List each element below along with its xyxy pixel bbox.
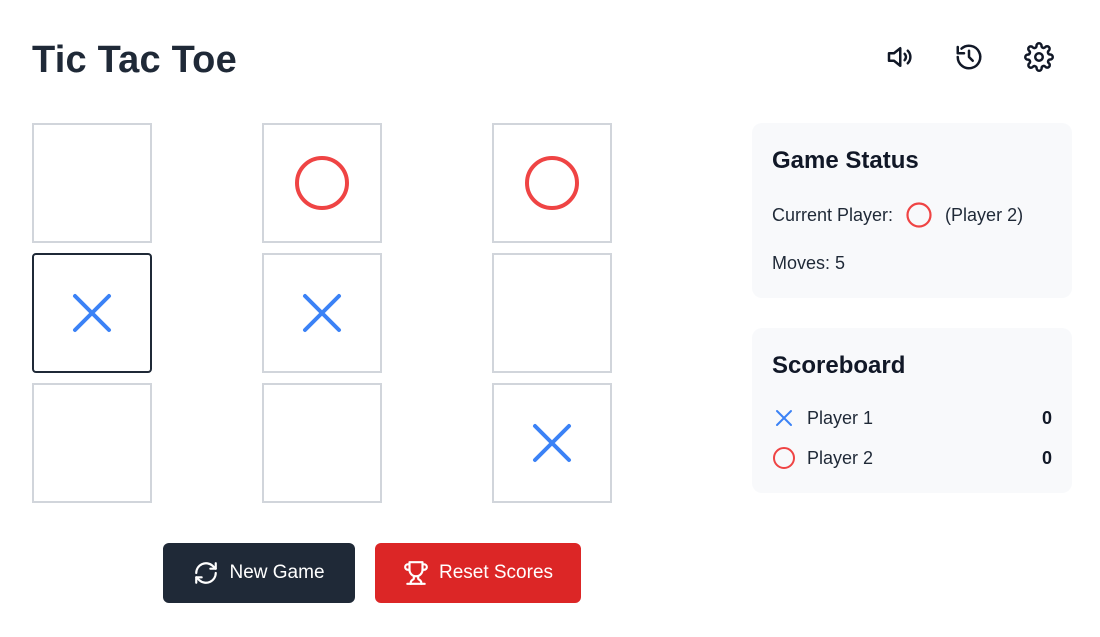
board-cell-3-3[interactable] (492, 383, 612, 503)
player-name: Player 1 (807, 407, 874, 428)
speaker-icon (887, 47, 912, 67)
history-button[interactable] (950, 38, 988, 76)
sound-toggle-button[interactable] (880, 38, 918, 76)
o-mark-icon (525, 156, 579, 210)
header-toolbar (880, 38, 1058, 76)
page-title: Tic Tac Toe (32, 39, 237, 81)
player-score: 0 (1041, 407, 1052, 428)
o-mark-icon (295, 156, 349, 210)
scoreboard-title: Scoreboard (772, 352, 906, 379)
board-cell-3-2[interactable] (262, 383, 382, 503)
board-cell-2-1[interactable] (32, 253, 152, 373)
score-row-player-1: Player 1 0 (772, 406, 1052, 430)
board-cell-1-1[interactable] (32, 123, 152, 243)
score-row-player-2: Player 2 0 (772, 446, 1052, 470)
board-cell-1-3[interactable] (492, 123, 612, 243)
trophy-icon (404, 561, 428, 585)
current-player-label: Current Player: (772, 204, 894, 225)
board-cell-2-3[interactable] (492, 253, 612, 373)
new-game-button[interactable]: New Game (163, 543, 355, 603)
current-player-row: Current Player: (Player 2) (772, 201, 1023, 229)
o-mark-icon (906, 202, 932, 228)
new-game-label: New Game (229, 562, 325, 583)
player-name: Player 2 (807, 447, 874, 468)
x-mark-icon (776, 410, 792, 426)
board-cell-2-2[interactable] (262, 253, 382, 373)
moves-count: Moves: 5 (772, 253, 846, 273)
scoreboard-panel: Scoreboard Player 1 0 Player 2 0 (752, 328, 1072, 493)
reset-scores-button[interactable]: Reset Scores (375, 543, 581, 603)
refresh-icon (195, 562, 218, 584)
x-mark-icon (303, 294, 341, 332)
game-board (32, 123, 612, 503)
x-mark-icon (533, 424, 571, 462)
game-status-title: Game Status (772, 147, 919, 174)
current-player-name: (Player 2) (945, 204, 1024, 225)
game-status-panel: Game Status Current Player: (Player 2) M… (752, 123, 1072, 298)
reset-scores-label: Reset Scores (438, 562, 554, 583)
moves-row: Moves: 5 (772, 253, 845, 274)
board-cell-3-1[interactable] (32, 383, 152, 503)
settings-button[interactable] (1020, 38, 1058, 76)
player-score: 0 (1041, 447, 1052, 468)
history-icon (956, 44, 982, 70)
gear-icon (1024, 42, 1054, 72)
board-cell-1-2[interactable] (262, 123, 382, 243)
x-mark-icon (73, 294, 111, 332)
o-mark-icon (773, 447, 795, 469)
